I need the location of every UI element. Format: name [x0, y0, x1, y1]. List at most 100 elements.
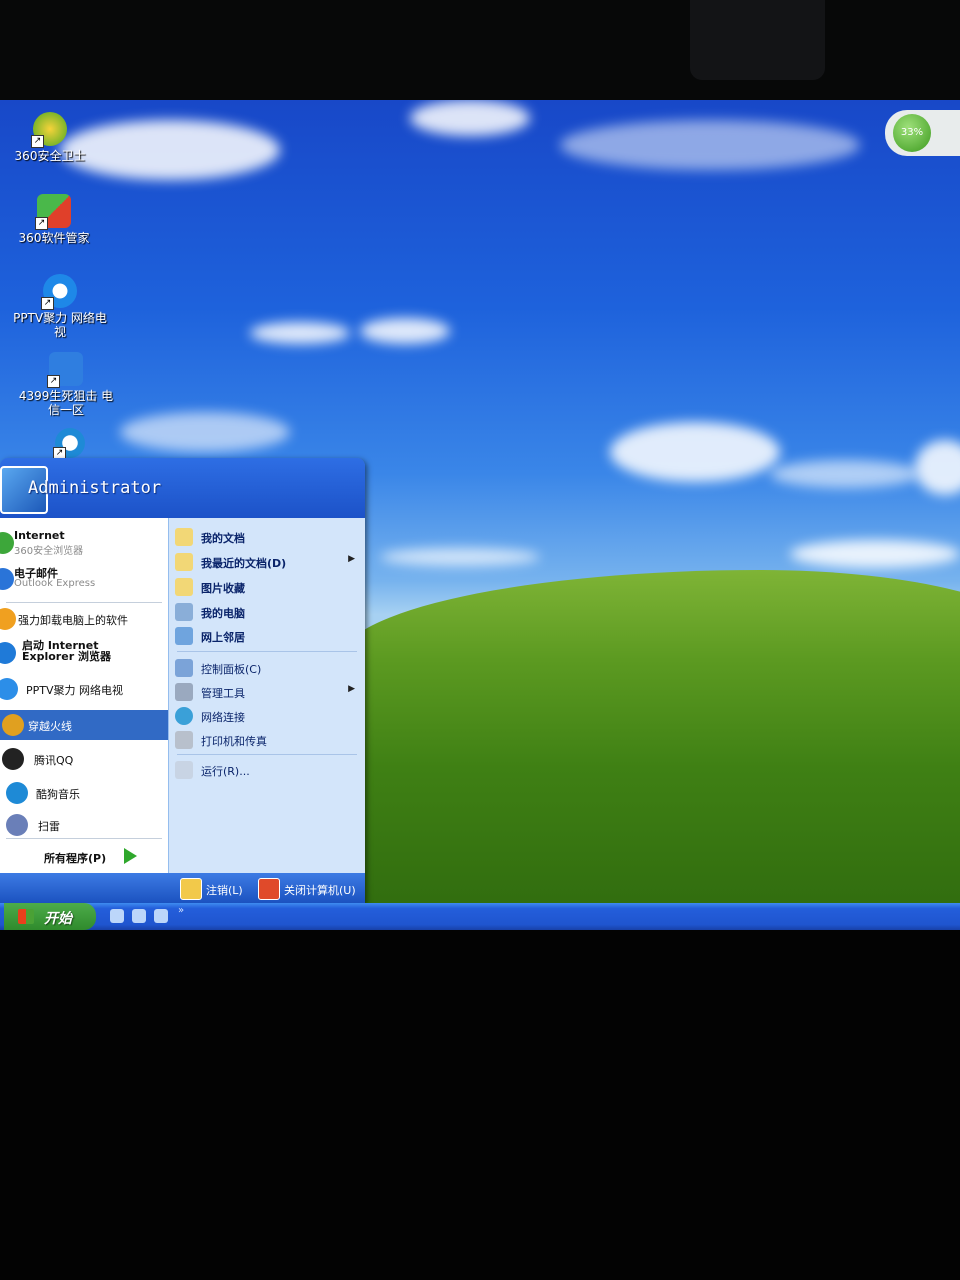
quicklaunch-ie-icon[interactable] [110, 909, 124, 923]
recent-uninstaller[interactable]: 强力卸载电脑上的软件 [0, 604, 168, 634]
computer-icon [175, 603, 193, 621]
start-menu-header: Administrator [0, 458, 365, 518]
user-name: Administrator [28, 478, 162, 498]
desktop-icon-label: 360软件管家 [18, 231, 90, 245]
pinned-title: Internet [14, 529, 65, 542]
start-label: 开始 [44, 911, 72, 927]
cloud [410, 100, 530, 136]
pinned-email[interactable]: 电子邮件 Outlook Express [0, 564, 168, 596]
kugou-icon [6, 782, 28, 804]
control-panel-icon [175, 659, 193, 677]
pinned-subtitle: 360安全浏览器 [14, 546, 84, 557]
cloud [770, 460, 920, 488]
globe-icon [175, 707, 193, 725]
start-menu: Administrator Internet 360安全浏览器 电子邮件 Out… [0, 458, 365, 903]
green-arrow-icon [124, 848, 137, 864]
recent-ie[interactable]: 启动 Internet Explorer 浏览器 [0, 636, 168, 670]
cloud [250, 322, 350, 344]
desktop-icon-360-software[interactable]: ↗ 360软件管家 [4, 194, 104, 245]
folder-icon [175, 553, 193, 571]
grass-hill [340, 570, 960, 930]
place-run[interactable]: 运行(R)... [173, 759, 363, 781]
desktop-icon-4399[interactable]: ↗ 4399生死狙击 电信一区 [16, 352, 116, 417]
place-label: 运行(R)... [201, 765, 250, 778]
windows-logo-icon [18, 909, 34, 924]
recent-qq[interactable]: 腾讯QQ [0, 744, 168, 774]
360-speedball-widget[interactable]: 33% [885, 110, 960, 156]
run-icon [175, 761, 193, 779]
separator [177, 754, 357, 755]
place-label: 我最近的文档(D) [201, 557, 287, 570]
email-icon [0, 568, 14, 590]
shutdown-label: 关闭计算机(U) [284, 884, 356, 897]
internet-explorer-icon [0, 642, 16, 664]
place-network-connections[interactable]: 网络连接 [173, 705, 363, 727]
place-my-computer[interactable]: 我的电脑 [173, 601, 363, 623]
desktop-icon-kugou[interactable]: ↗ [20, 428, 120, 461]
place-printers[interactable]: 打印机和传真 [173, 729, 363, 751]
place-my-pictures[interactable]: 图片收藏 [173, 576, 363, 598]
browser-icon [0, 532, 14, 554]
4399-game-icon: ↗ [47, 352, 83, 388]
all-programs-button[interactable]: 所有程序(P) [0, 842, 168, 872]
cloud [360, 318, 450, 344]
kugou-icon: ↗ [53, 428, 85, 460]
place-my-documents[interactable]: 我的文档 [173, 526, 363, 548]
memory-usage-indicator: 33% [893, 114, 931, 152]
monitor-bezel-bottom [0, 930, 960, 1280]
crossfire-icon [2, 714, 24, 736]
place-admin-tools[interactable]: 管理工具 ▶ [173, 681, 363, 703]
printer-icon [175, 731, 193, 749]
logoff-label: 注销(L) [206, 884, 243, 897]
all-programs-label: 所有程序(P) [44, 852, 107, 865]
recent-crossfire[interactable]: 穿越火线 [0, 710, 168, 740]
shortcut-arrow-icon: ↗ [47, 375, 60, 388]
place-network-places[interactable]: 网上邻居 [173, 625, 363, 647]
recent-pptv[interactable]: PPTV聚力 网络电视 [0, 674, 168, 704]
menu-item-label: 酷狗音乐 [36, 788, 80, 801]
recent-kugou[interactable]: 酷狗音乐 [0, 778, 168, 808]
separator [6, 838, 162, 839]
place-label: 打印机和传真 [201, 735, 267, 748]
place-recent-documents[interactable]: 我最近的文档(D) ▶ [173, 551, 363, 573]
desktop-icon-label: 360安全卫士 [14, 149, 86, 163]
pptv-icon [0, 678, 18, 700]
menu-item-label: 腾讯QQ [34, 754, 74, 767]
start-menu-programs: Internet 360安全浏览器 电子邮件 Outlook Express 强… [0, 518, 168, 873]
cloud [790, 540, 960, 568]
quicklaunch-more-icon[interactable]: » [178, 905, 184, 916]
cloud [915, 440, 960, 495]
cloud [560, 120, 860, 170]
desktop-icon-360-safe[interactable]: ↗ 360安全卫士 [0, 112, 100, 163]
taskbar: 开始 » [0, 903, 960, 930]
place-label: 网上邻居 [201, 631, 245, 644]
desktop: ↗ 360安全卫士 ↗ 360软件管家 ↗ PPTV聚力 网络电视 ↗ 4399… [0, 100, 960, 930]
desktop-icon-label: 4399生死狙击 电信一区 [18, 389, 114, 417]
qq-penguin-icon [2, 748, 24, 770]
network-icon [175, 627, 193, 645]
start-button[interactable]: 开始 [4, 903, 96, 930]
place-label: 管理工具 [201, 687, 245, 700]
quicklaunch-media-icon[interactable] [132, 909, 146, 923]
submenu-arrow-icon: ▶ [348, 554, 355, 564]
screen-glare [690, 0, 825, 80]
separator [177, 651, 357, 652]
place-label: 我的电脑 [201, 607, 245, 620]
pinned-subtitle: Outlook Express [14, 578, 96, 589]
menu-item-label: 启动 Internet Explorer 浏览器 [22, 639, 111, 663]
shortcut-arrow-icon: ↗ [35, 217, 48, 230]
shortcut-arrow-icon: ↗ [31, 135, 44, 148]
desktop-icon-pptv[interactable]: ↗ PPTV聚力 网络电视 [10, 274, 110, 339]
key-icon [180, 878, 202, 900]
pinned-internet[interactable]: Internet 360安全浏览器 [0, 528, 168, 560]
recent-minesweeper[interactable]: 扫雷 [0, 810, 168, 840]
quicklaunch-desktop-icon[interactable] [154, 909, 168, 923]
desktop-icon-label: PPTV聚力 网络电视 [13, 311, 107, 339]
menu-item-label: PPTV聚力 网络电视 [26, 684, 124, 697]
uninstall-icon [0, 608, 16, 630]
place-label: 控制面板(C) [201, 663, 262, 676]
separator [6, 602, 162, 603]
shortcut-arrow-icon: ↗ [41, 297, 54, 310]
place-control-panel[interactable]: 控制面板(C) [173, 657, 363, 679]
pptv-icon: ↗ [41, 274, 77, 310]
